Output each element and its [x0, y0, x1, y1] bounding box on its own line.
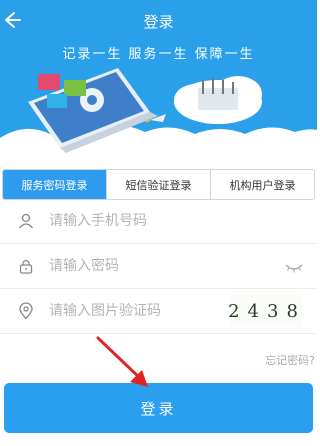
- header: 登录 记录一生 服务一生 保障一生: [0, 0, 317, 162]
- tab-sms-verification[interactable]: 短信验证登录: [107, 170, 211, 199]
- eye-closed-icon[interactable]: [284, 257, 304, 275]
- header-illustration: [0, 68, 317, 162]
- login-tabs: 服务密码登录 短信验证登录 机构用户登录: [2, 169, 315, 200]
- phone-field-row: [0, 199, 317, 244]
- captcha-image[interactable]: 2438: [228, 295, 303, 327]
- login-button[interactable]: 登录: [4, 383, 313, 433]
- forgot-password-link[interactable]: 忘记密码?: [265, 352, 315, 368]
- phone-input[interactable]: [49, 213, 249, 229]
- lock-icon: [19, 259, 33, 274]
- tab-service-password[interactable]: 服务密码登录: [3, 170, 107, 199]
- captcha-input[interactable]: [49, 303, 249, 319]
- tab-institution-user[interactable]: 机构用户登录: [211, 170, 314, 199]
- password-input[interactable]: [49, 258, 249, 274]
- location-pin-icon: [19, 302, 33, 320]
- user-icon: [18, 213, 34, 229]
- page-title: 登录: [143, 13, 174, 31]
- captcha-field-row: 2438: [0, 289, 317, 334]
- password-field-row: [0, 244, 317, 289]
